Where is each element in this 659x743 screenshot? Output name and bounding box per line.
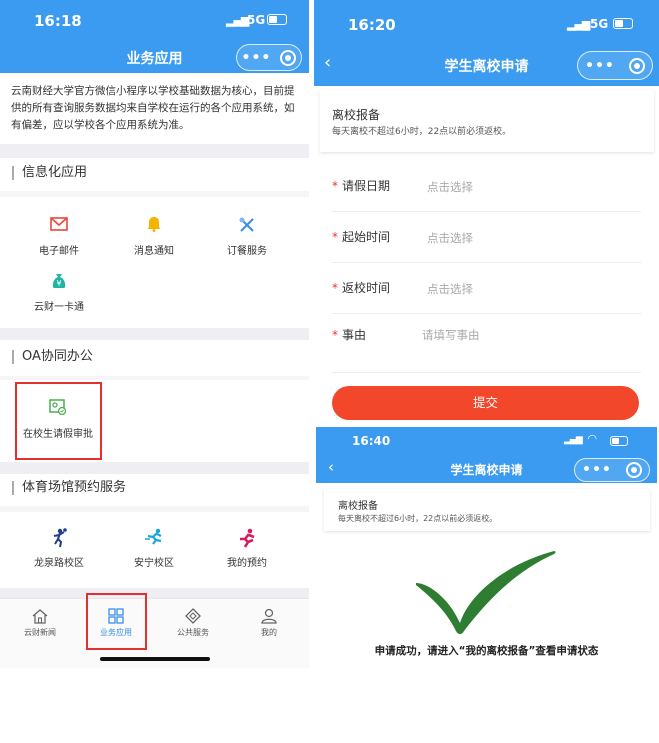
reason-input[interactable]: 请填写事由 (422, 327, 480, 343)
card-subtitle: 每天离校不超过6小时，22点以前必须返校。 (338, 514, 498, 523)
basketball-player-icon (49, 528, 69, 548)
info-card: 离校报备 每天离校不超过6小时，22点以前必须返校。 (320, 90, 654, 152)
signal-icon: ▂▄▆ (564, 435, 583, 445)
battery-icon (610, 436, 628, 446)
highlight-box-leave-approval (15, 382, 102, 460)
more-icon[interactable]: ••• (585, 58, 615, 74)
card-subtitle: 每天离校不超过6小时，22点以前必须返校。 (332, 127, 512, 137)
info-card: 离校报备 每天离校不超过6小时，22点以前必须返校。 (324, 489, 650, 531)
field-label: * 返校时间 (332, 281, 391, 295)
mail-icon (49, 216, 69, 236)
divider (0, 328, 309, 340)
runner-icon (144, 528, 164, 548)
app-label: 安宁校区 (134, 558, 174, 569)
tab-label: 公共服务 (177, 628, 209, 637)
divider (0, 376, 309, 380)
fork-knife-icon (237, 216, 257, 236)
section-title-info: 信息化应用 (12, 166, 87, 180)
signal-icon: ▂▄▆ (567, 18, 590, 31)
section-title-sports: 体育场馆预约服务 (12, 481, 126, 495)
form-row-leave-date[interactable]: * 请假日期 点击选择 (332, 161, 641, 212)
miniprogram-capsule[interactable]: ••• (577, 51, 653, 80)
network-label: 5G (247, 13, 266, 27)
sprinter-icon (237, 528, 257, 548)
nav-bar: ‹ 学生离校申请 ••• (316, 455, 657, 483)
signal-icon: ▂▄▆ (226, 14, 249, 27)
service-icon (185, 608, 201, 624)
app-email[interactable]: 电子邮件 (14, 216, 104, 257)
status-time: 16:20 (348, 16, 396, 34)
nav-bar: ‹ 学生离校申请 ••• (314, 44, 659, 86)
wifi-icon: ◠ (588, 432, 597, 445)
battery-icon (613, 18, 633, 29)
status-bar: 16:40 ▂▄▆ ◠ (316, 427, 657, 455)
network-label: 5G (590, 17, 609, 31)
bell-icon (144, 216, 164, 236)
miniprogram-capsule[interactable]: ••• (574, 458, 650, 482)
success-check-icon (416, 551, 556, 634)
more-icon[interactable]: ••• (242, 50, 272, 66)
tab-public-services[interactable]: 公共服务 (158, 608, 228, 638)
money-bag-icon: ¥ (49, 272, 69, 292)
start-time-picker[interactable]: 点击选择 (427, 230, 473, 246)
left-status-bar: 16:18 ▂▄▆ 5G (0, 0, 309, 40)
status-time: 16:18 (34, 12, 82, 30)
app-label: 我的预约 (227, 558, 267, 569)
status-bar: 16:20 ▂▄▆ 5G (314, 0, 659, 44)
app-label: 消息通知 (134, 246, 174, 257)
field-label: * 请假日期 (332, 179, 391, 193)
divider (0, 462, 309, 474)
status-time: 16:40 (352, 434, 391, 448)
home-icon (32, 609, 48, 624)
right-top-phone-screen: 16:20 ▂▄▆ 5G ‹ 学生离校申请 ••• 离校报备 每天离校不超过6小… (314, 0, 659, 430)
notice-text: 云南财经大学官方微信小程序以学校基础数据为核心，目前提供的所有查询服务数据均来自… (11, 85, 295, 131)
svg-text:¥: ¥ (56, 279, 61, 288)
close-miniprogram-icon[interactable] (625, 462, 642, 478)
miniprogram-capsule[interactable]: ••• (236, 44, 302, 71)
person-icon (261, 608, 277, 624)
return-time-picker[interactable]: 点击选择 (427, 281, 473, 297)
left-phone-screen: 16:18 ▂▄▆ 5G 业务应用 ••• 云南财经大学官方微信小程序以学校基础… (0, 0, 309, 668)
form-row-return-time[interactable]: * 返校时间 点击选择 (332, 263, 641, 314)
app-meal-ordering[interactable]: 订餐服务 (202, 216, 292, 257)
submit-button[interactable]: 提交 (332, 386, 639, 420)
divider (0, 506, 309, 512)
section-title-oa: OA协同办公 (12, 350, 93, 364)
close-miniprogram-icon[interactable] (280, 49, 297, 66)
left-nav-bar: 业务应用 ••• (0, 40, 309, 73)
tab-mine[interactable]: 我的 (234, 608, 304, 638)
home-indicator (100, 657, 210, 661)
app-campus-card[interactable]: ¥ 云财一卡通 (14, 272, 104, 313)
divider (0, 191, 309, 197)
card-title: 离校报备 (338, 501, 378, 512)
close-miniprogram-icon[interactable] (628, 57, 645, 74)
divider (0, 144, 309, 158)
divider (0, 588, 309, 598)
tab-label: 我的 (261, 628, 277, 637)
tab-label: 云财新闻 (24, 628, 56, 637)
more-icon[interactable]: ••• (582, 462, 612, 478)
leave-date-picker[interactable]: 点击选择 (427, 179, 473, 195)
highlight-box-business-tab (86, 593, 147, 650)
card-title: 离校报备 (332, 108, 381, 122)
app-notifications[interactable]: 消息通知 (109, 216, 199, 257)
right-bottom-phone-screen: 16:40 ▂▄▆ ◠ ‹ 学生离校申请 ••• 离校报备 每天离校不超过6小时… (316, 427, 657, 670)
form-row-start-time[interactable]: * 起始时间 点击选择 (332, 212, 641, 263)
app-label: 订餐服务 (227, 246, 267, 257)
success-message: 申请成功，请进入“我的离校报备”查看申请状态 (374, 645, 599, 657)
app-label: 云财一卡通 (34, 302, 84, 313)
app-label: 电子邮件 (39, 246, 79, 257)
app-anning-campus[interactable]: 安宁校区 (109, 528, 199, 569)
app-my-reservations[interactable]: 我的预约 (202, 528, 292, 569)
field-label: * 起始时间 (332, 230, 391, 244)
battery-icon (267, 14, 287, 25)
form-row-reason[interactable]: * 事由 请填写事由 (332, 314, 641, 373)
tab-news[interactable]: 云财新闻 (5, 608, 75, 638)
app-longquan-campus[interactable]: 龙泉路校区 (14, 528, 104, 569)
app-label: 龙泉路校区 (34, 558, 84, 569)
field-label: * 事由 (332, 328, 367, 342)
